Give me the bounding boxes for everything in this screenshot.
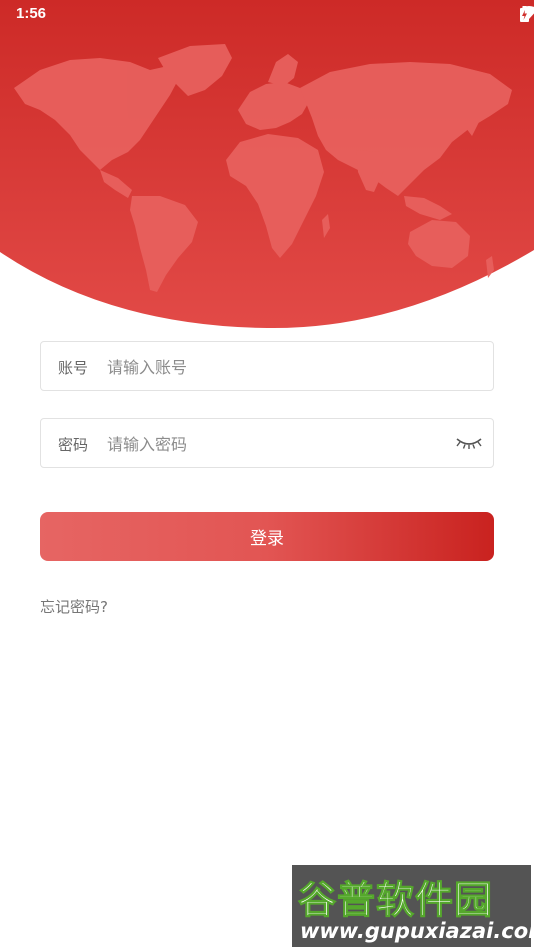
world-map-background	[0, 0, 534, 329]
eye-closed-icon[interactable]	[455, 433, 483, 453]
account-label: 账号	[58, 359, 89, 377]
status-bar: 1:56	[0, 0, 534, 28]
status-time: 1:56	[16, 5, 47, 22]
account-field: 账号	[40, 341, 494, 391]
password-field: 密码	[40, 418, 494, 468]
forgot-password-link[interactable]: 忘记密码?	[40, 596, 108, 617]
battery-icon	[520, 6, 529, 22]
watermark-logo: 谷普软件园 www.gupuxiazai.com	[292, 865, 534, 947]
watermark-url: www.gupuxiazai.com	[300, 919, 534, 943]
password-label: 密码	[58, 436, 89, 454]
watermark-name: 谷普软件园	[297, 878, 494, 923]
header-banner: 1:56	[0, 0, 534, 330]
login-button[interactable]: 登录	[40, 512, 494, 561]
password-input[interactable]	[107, 429, 437, 459]
account-input[interactable]	[107, 352, 437, 382]
